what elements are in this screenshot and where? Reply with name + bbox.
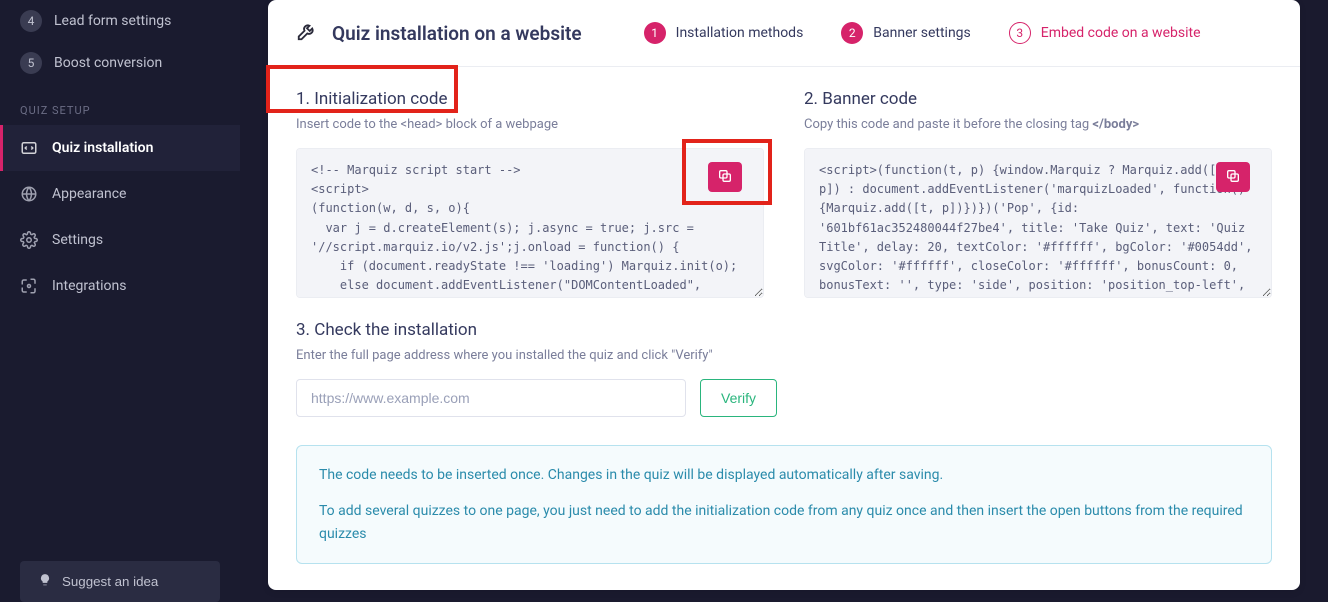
sidebar-item-appearance[interactable]: Appearance xyxy=(0,171,240,217)
copy-init-code-button[interactable] xyxy=(708,162,742,192)
initialization-code-section: 1. Initialization code Insert code to th… xyxy=(296,89,764,298)
gear-icon xyxy=(20,231,38,249)
info-box: The code needs to be inserted once. Chan… xyxy=(296,445,1272,564)
lightbulb-icon xyxy=(38,573,52,590)
step-number-badge: 4 xyxy=(20,10,42,32)
tab-number-badge: 2 xyxy=(841,22,863,44)
section-subtitle: Insert code to the <head> block of a web… xyxy=(296,117,764,132)
tools-icon xyxy=(296,20,318,46)
globe-icon xyxy=(20,185,38,203)
puzzle-icon xyxy=(20,277,38,295)
sidebar-step-5[interactable]: 5 Boost conversion xyxy=(0,42,240,84)
tab-number-badge: 3 xyxy=(1009,22,1031,44)
section-subtitle: Enter the full page address where you in… xyxy=(296,348,1272,363)
copy-icon xyxy=(717,168,733,187)
step-number-badge: 5 xyxy=(20,52,42,74)
verify-button[interactable]: Verify xyxy=(700,379,777,417)
check-installation-section: 3. Check the installation Enter the full… xyxy=(296,320,1272,417)
step-label: Lead form settings xyxy=(54,13,171,29)
section-subtitle: Copy this code and paste it before the c… xyxy=(804,117,1272,132)
nav-label: Settings xyxy=(52,232,103,248)
card-body: 1. Initialization code Insert code to th… xyxy=(268,67,1300,590)
sidebar-step-4[interactable]: 4 Lead form settings xyxy=(0,0,240,42)
tab-number-badge: 1 xyxy=(644,22,666,44)
nav-label: Integrations xyxy=(52,278,126,294)
init-code-textarea[interactable]: <!-- Marquiz script start --> <script> (… xyxy=(296,148,764,298)
sidebar-item-settings[interactable]: Settings xyxy=(0,217,240,263)
banner-code-section: 2. Banner code Copy this code and paste … xyxy=(804,89,1272,298)
nav-label: Quiz installation xyxy=(52,140,153,156)
section-title: 3. Check the installation xyxy=(296,320,1272,340)
sidebar-item-integrations[interactable]: Integrations xyxy=(0,263,240,309)
nav-label: Appearance xyxy=(52,186,126,202)
sidebar-section-label: QUIZ SETUP xyxy=(0,84,240,125)
card-title: Quiz installation on a website xyxy=(332,22,582,45)
main-area: Quiz installation on a website 1 Install… xyxy=(240,0,1328,602)
verify-url-input[interactable] xyxy=(296,379,686,417)
tab-label: Embed code on a website xyxy=(1041,25,1201,41)
tab-embed-code[interactable]: 3 Embed code on a website xyxy=(1009,22,1201,44)
tab-label: Installation methods xyxy=(676,25,804,41)
sidebar-item-quiz-installation[interactable]: Quiz installation xyxy=(0,125,240,171)
info-text: The code needs to be inserted once. Chan… xyxy=(319,464,1249,486)
banner-code-textarea[interactable]: <script>(function(t, p) {window.Marquiz … xyxy=(804,148,1272,298)
sidebar: 4 Lead form settings 5 Boost conversion … xyxy=(0,0,240,602)
install-card: Quiz installation on a website 1 Install… xyxy=(268,0,1300,590)
suggest-label: Suggest an idea xyxy=(62,574,158,589)
card-header: Quiz installation on a website 1 Install… xyxy=(268,0,1300,67)
step-label: Boost conversion xyxy=(54,55,162,71)
tab-label: Banner settings xyxy=(873,25,970,41)
code-icon xyxy=(20,139,38,157)
section-title: 2. Banner code xyxy=(804,89,1272,109)
section-title: 1. Initialization code xyxy=(296,89,764,109)
copy-banner-code-button[interactable] xyxy=(1216,162,1250,192)
tab-installation-methods[interactable]: 1 Installation methods xyxy=(644,22,804,44)
suggest-idea-button[interactable]: Suggest an idea xyxy=(20,561,220,602)
tab-banner-settings[interactable]: 2 Banner settings xyxy=(841,22,970,44)
info-text: To add several quizzes to one page, you … xyxy=(319,500,1249,545)
copy-icon xyxy=(1225,168,1241,187)
